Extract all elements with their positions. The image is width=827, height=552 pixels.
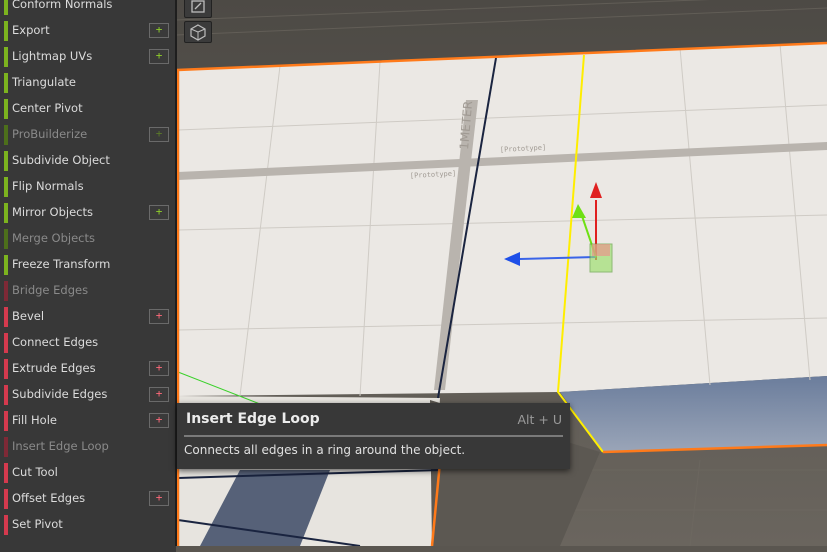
category-bar — [4, 99, 8, 119]
menu-item-freeze-transform[interactable]: Freeze Transform — [0, 254, 174, 278]
category-bar — [4, 255, 8, 275]
category-bar — [4, 307, 8, 327]
menu-item-subdivide-object[interactable]: Subdivide Object — [0, 150, 174, 174]
tooltip-shortcut: Alt + U — [517, 412, 563, 427]
category-bar — [4, 359, 8, 379]
menu-item-label: Extrude Edges — [12, 361, 96, 375]
menu-item-label: Lightmap UVs — [12, 49, 93, 63]
category-bar — [4, 385, 8, 405]
menu-item-label: Subdivide Edges — [12, 387, 108, 401]
menu-item-subdivide-edges[interactable]: Subdivide Edges + — [0, 384, 174, 408]
menu-item-label: Bevel — [12, 309, 45, 323]
category-bar — [4, 437, 8, 457]
menu-item-label: Export — [12, 23, 50, 37]
menu-item-label: Offset Edges — [12, 491, 86, 505]
category-bar — [4, 515, 8, 535]
options-plus-icon[interactable]: + — [149, 413, 169, 428]
menu-item-flip-normals[interactable]: Flip Normals — [0, 176, 174, 200]
category-bar — [4, 73, 8, 93]
menu-item-center-pivot[interactable]: Center Pivot — [0, 98, 174, 122]
options-plus-icon[interactable]: + — [149, 309, 169, 324]
category-bar — [4, 333, 8, 353]
options-plus-icon[interactable]: + — [149, 23, 169, 38]
options-plus-icon[interactable]: + — [149, 205, 169, 220]
menu-item-connect-edges[interactable]: Connect Edges — [0, 332, 174, 356]
menu-item-label: Triangulate — [12, 75, 77, 89]
category-bar — [4, 21, 8, 41]
tooltip-title: Insert Edge Loop — [186, 411, 320, 427]
cube-top-face[interactable] — [178, 43, 827, 396]
menu-item-label: Fill Hole — [12, 413, 57, 427]
menu-item-bevel[interactable]: Bevel + — [0, 306, 174, 330]
menu-item-lightmap-uvs[interactable]: Lightmap UVs + — [0, 46, 174, 70]
menu-item-label: Set Pivot — [12, 517, 63, 531]
menu-item-label: Flip Normals — [12, 179, 84, 193]
options-plus-icon[interactable]: + — [149, 491, 169, 506]
tooltip-description: Connects all edges in a ring around the … — [184, 443, 466, 457]
category-bar — [4, 203, 8, 223]
menu-item-extrude-edges[interactable]: Extrude Edges + — [0, 358, 174, 382]
maximize-button[interactable] — [184, 0, 212, 18]
menu-item-offset-edges[interactable]: Offset Edges + — [0, 488, 174, 512]
category-bar — [4, 177, 8, 197]
menu-item-merge-objects[interactable]: Merge Objects — [0, 228, 174, 252]
category-bar — [4, 0, 8, 15]
menu-item-insert-edge-loop[interactable]: Insert Edge Loop — [0, 436, 174, 460]
category-bar — [4, 281, 8, 301]
cube-wire-button[interactable] — [184, 21, 212, 43]
options-plus-icon[interactable]: + — [149, 387, 169, 402]
options-plus-icon[interactable]: + — [149, 49, 169, 64]
category-bar — [4, 411, 8, 431]
menu-item-mirror-objects[interactable]: Mirror Objects + — [0, 202, 174, 226]
category-bar — [4, 47, 8, 67]
tooltip: Insert Edge Loop Alt + U Connects all ed… — [177, 403, 570, 469]
menu-item-fill-hole[interactable]: Fill Hole + — [0, 410, 174, 434]
menu-item-triangulate[interactable]: Triangulate — [0, 72, 174, 96]
cube-wire-icon — [190, 24, 206, 41]
menu-item-conform-normals[interactable]: Conform Normals — [0, 0, 174, 18]
tooltip-separator — [184, 435, 563, 437]
menu-item-label: Cut Tool — [12, 465, 58, 479]
menu-item-label: Freeze Transform — [12, 257, 111, 271]
category-bar — [4, 125, 8, 145]
category-bar — [4, 229, 8, 249]
menu-item-label: Center Pivot — [12, 101, 83, 115]
options-plus-icon[interactable]: + — [149, 127, 169, 142]
gizmo-plane-handle-2[interactable] — [592, 244, 610, 256]
menu-item-label: ProBuilderize — [12, 127, 88, 141]
options-plus-icon[interactable]: + — [149, 361, 169, 376]
category-bar — [4, 463, 8, 483]
category-bar — [4, 489, 8, 509]
maximize-icon — [191, 0, 205, 13]
menu-item-label: Connect Edges — [12, 335, 99, 349]
menu-item-set-pivot[interactable]: Set Pivot — [0, 514, 174, 538]
menu-item-cut-tool[interactable]: Cut Tool — [0, 462, 174, 486]
menu-item-label: Subdivide Object — [12, 153, 110, 167]
menu-item-label: Merge Objects — [12, 231, 95, 245]
probuilder-toolbar: Conform Normals Export + Lightmap UVs + Trian… — [0, 0, 176, 552]
category-bar — [4, 151, 8, 171]
menu-item-export[interactable]: Export + — [0, 20, 174, 44]
menu-item-probuilderize[interactable]: ProBuilderize + — [0, 124, 174, 148]
menu-item-label: Insert Edge Loop — [12, 439, 109, 453]
menu-item-label: Conform Normals — [12, 0, 113, 11]
menu-item-label: Bridge Edges — [12, 283, 89, 297]
menu-item-bridge-edges[interactable]: Bridge Edges — [0, 280, 174, 304]
menu-item-label: Mirror Objects — [12, 205, 93, 219]
